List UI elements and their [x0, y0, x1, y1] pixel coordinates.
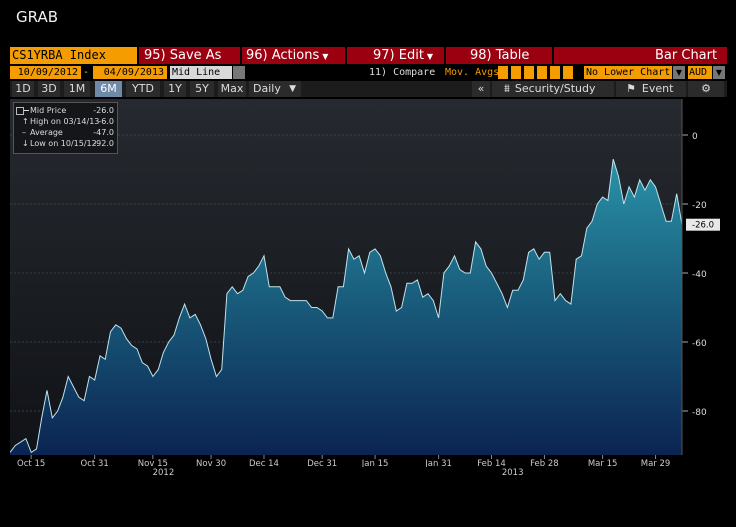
- mov-avgs-box[interactable]: [498, 66, 508, 79]
- lower-chart-arrow[interactable]: ▼: [673, 66, 685, 79]
- compare-button[interactable]: 11) Compare: [369, 66, 435, 79]
- mov-avgs-button[interactable]: Mov. Avgs: [445, 66, 499, 79]
- chevron-down-icon: ▼: [426, 52, 434, 61]
- x-tick-label: Jan 31: [424, 459, 452, 467]
- x-tick-label: Jan 15: [361, 459, 389, 467]
- ticker-field[interactable]: CS1YRBA Index: [10, 47, 137, 64]
- tab-max[interactable]: Max: [218, 81, 246, 97]
- tab-3d[interactable]: 3D: [38, 81, 60, 97]
- legend-value: -47.0: [93, 128, 114, 137]
- arrow-up-icon: ↑: [22, 117, 29, 126]
- legend-row-high: ↑ High on 03/14/13 -6.0: [14, 117, 117, 127]
- y-tick-label: -80: [692, 408, 707, 418]
- currency-arrow[interactable]: ▼: [713, 66, 725, 79]
- x-tick-label: Nov 15: [138, 459, 168, 467]
- toolbar-separator: [345, 47, 347, 64]
- frequency-select[interactable]: Daily ▼: [249, 81, 301, 97]
- line-swatch-icon: [24, 110, 29, 111]
- toolbar-separator: [240, 47, 242, 64]
- mov-avgs-box[interactable]: [524, 66, 534, 79]
- toolbar-separator: [552, 47, 554, 64]
- x-tick-label: Feb 28: [530, 459, 559, 467]
- bar-chart-label: Bar Chart: [655, 48, 718, 63]
- mov-avgs-box[interactable]: [537, 66, 547, 79]
- collapse-icon[interactable]: «: [472, 81, 490, 97]
- actions-button[interactable]: 96) Actions ▼: [246, 47, 328, 64]
- frequency-label: Daily: [253, 82, 281, 95]
- legend-label: Average: [30, 128, 63, 137]
- x-tick-label: Oct 15: [17, 459, 45, 467]
- tab-1y[interactable]: 1Y: [164, 81, 186, 97]
- tab-ytd[interactable]: YTD: [126, 81, 160, 97]
- tab-1m[interactable]: 1M: [64, 81, 90, 97]
- legend-label: Low on 10/15/12: [30, 139, 97, 148]
- currency-select[interactable]: AUD: [688, 66, 712, 79]
- save-as-label: 95) Save As: [144, 48, 222, 63]
- gear-icon[interactable]: ⚙: [688, 81, 724, 97]
- table-button[interactable]: 98) Table: [470, 47, 529, 64]
- event-button[interactable]: ⚑ Event: [616, 81, 686, 97]
- legend-value: -92.0: [93, 139, 114, 148]
- flag-icon: ⚑: [626, 82, 636, 95]
- chevron-down-icon: ▼: [322, 52, 329, 61]
- bar-chart-button[interactable]: Bar Chart: [655, 47, 717, 64]
- legend-value: -6.0: [98, 117, 114, 126]
- x-tick-label: Dec 14: [249, 459, 279, 467]
- dash-icon: –: [22, 128, 26, 137]
- toolbar-separator: [137, 47, 139, 64]
- lower-chart-select[interactable]: No Lower Chart: [584, 66, 672, 79]
- actions-label: 96) Actions: [246, 48, 320, 63]
- edit-label: 97) Edit: [373, 48, 424, 63]
- window-title: GRAB: [16, 8, 58, 26]
- legend-label: Mid Price: [30, 106, 67, 115]
- y-tick-label: -20: [692, 201, 707, 211]
- security-study-label: Security/Study: [514, 82, 596, 95]
- table-label: 98) Table: [470, 48, 530, 63]
- x-tick-label: Mar 29: [641, 459, 671, 467]
- arrow-down-icon: ↓: [22, 139, 29, 148]
- legend-row-mid-price: Mid Price -26.0: [14, 106, 117, 116]
- mov-avgs-box[interactable]: [563, 66, 573, 79]
- legend-label: High on 03/14/13: [30, 117, 100, 126]
- event-label: Event: [641, 82, 674, 95]
- year-label: 2012: [152, 468, 175, 478]
- x-tick-label: Nov 30: [196, 459, 226, 467]
- field-select-arrow[interactable]: [233, 66, 245, 79]
- x-tick-label: Oct 31: [81, 459, 109, 467]
- legend-checkbox-icon[interactable]: [16, 107, 24, 115]
- legend-value: -26.0: [93, 106, 114, 115]
- legend-row-average: – Average -47.0: [14, 128, 117, 138]
- date-range-dash: -: [83, 67, 90, 78]
- toolbar-separator: [444, 47, 446, 64]
- last-value-label: -26.0: [692, 221, 714, 231]
- y-tick-label: -40: [692, 270, 707, 280]
- x-tick-label: Mar 15: [588, 459, 618, 467]
- chevron-down-icon: ▼: [289, 84, 296, 94]
- edit-button[interactable]: 97) Edit ▼: [373, 47, 433, 64]
- tab-1d[interactable]: 1D: [12, 81, 34, 97]
- end-date-field[interactable]: 04/09/2013: [93, 66, 167, 79]
- tab-5y[interactable]: 5Y: [190, 81, 214, 97]
- security-study-button[interactable]: ⩩ Security/Study: [492, 81, 614, 97]
- price-chart: 0 -20 -40 -60 -80 Oct 15 Oct 31 Nov 15 Nov 30 De…: [10, 99, 727, 467]
- x-tick-label: Feb 14: [477, 459, 506, 467]
- save-as-button[interactable]: 95) Save As: [144, 47, 221, 64]
- year-label: 2013: [501, 468, 524, 478]
- chart-study-icon: ⩩: [504, 82, 510, 95]
- field-select[interactable]: Mid Line: [170, 66, 232, 79]
- legend-row-low: ↓ Low on 10/15/12 -92.0: [14, 139, 117, 149]
- start-date-field[interactable]: 10/09/2012: [10, 66, 81, 79]
- y-tick-label: -60: [692, 339, 707, 349]
- x-tick-label: Dec 31: [307, 459, 337, 467]
- mov-avgs-box[interactable]: [550, 66, 560, 79]
- y-tick-label: 0: [692, 132, 698, 142]
- chart-legend: Mid Price -26.0 ↑ High on 03/14/13 -6.0 …: [13, 102, 118, 154]
- mov-avgs-box[interactable]: [511, 66, 521, 79]
- tab-6m[interactable]: 6M: [95, 81, 122, 97]
